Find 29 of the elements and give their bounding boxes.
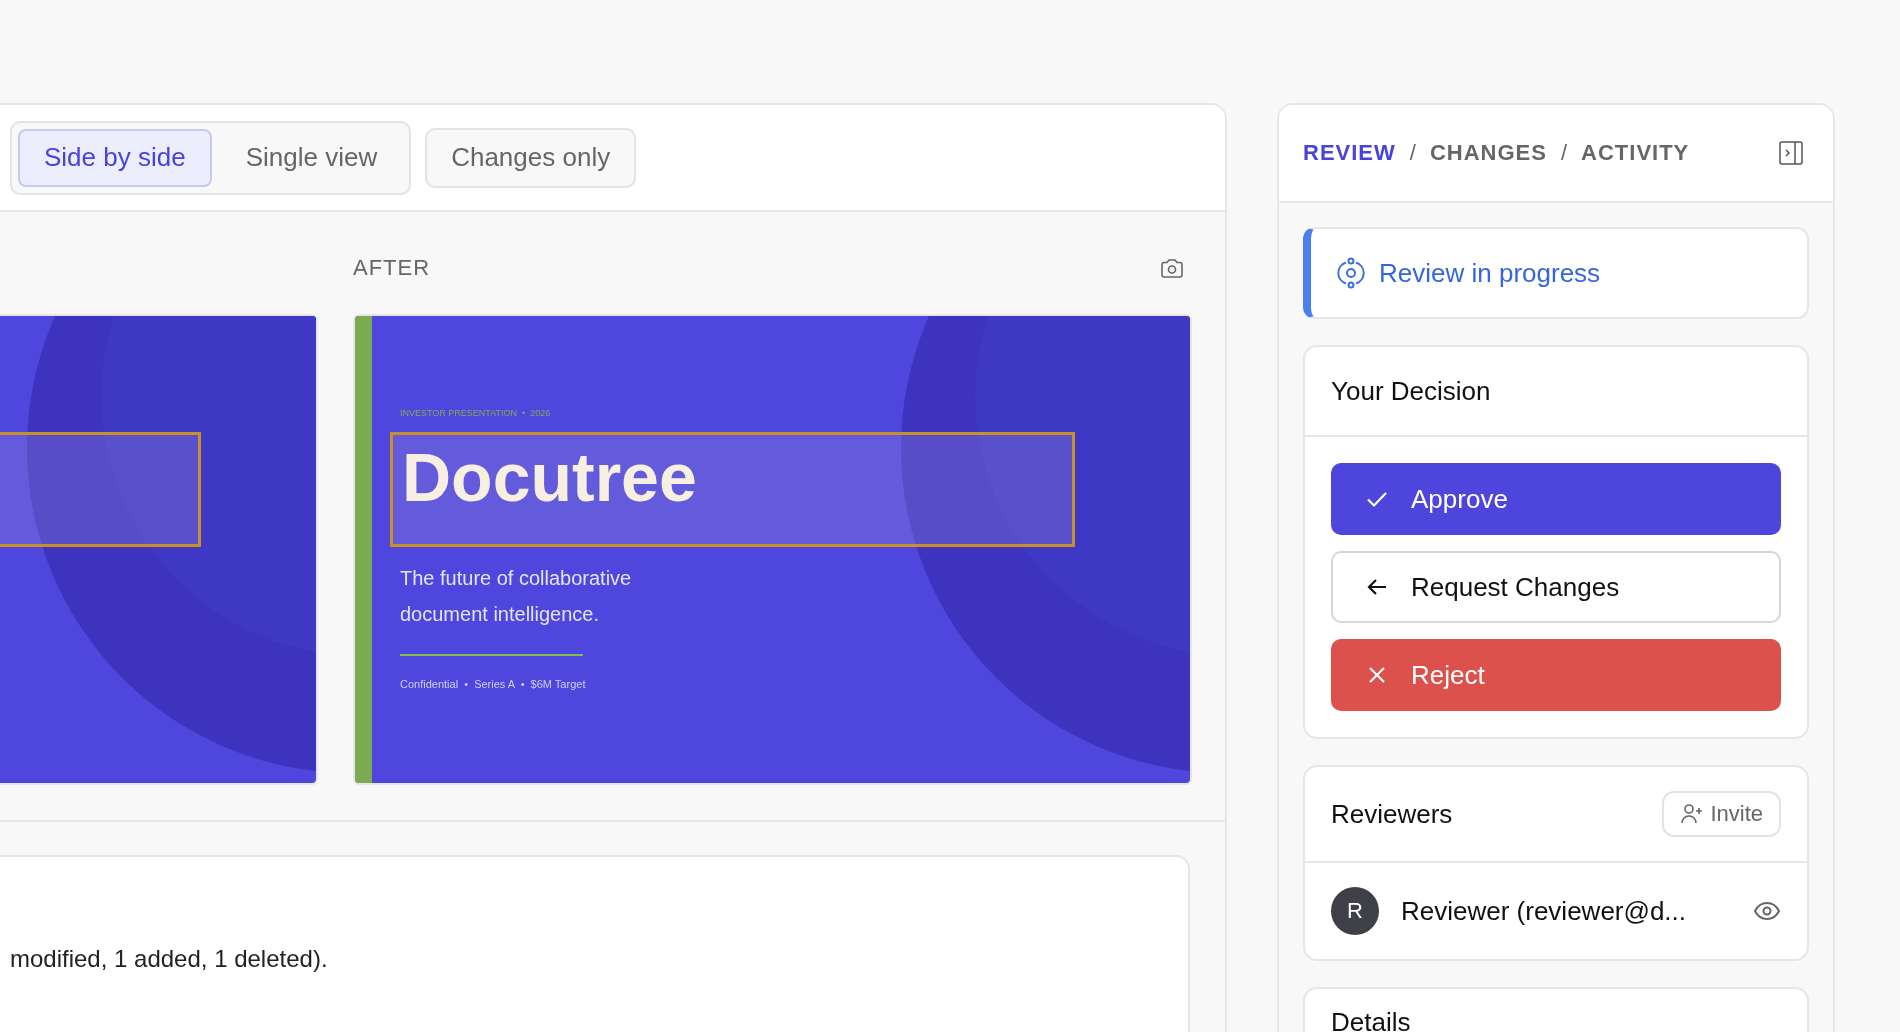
reviewers-title: Reviewers (1331, 798, 1453, 830)
details-title: Details (1331, 1007, 1411, 1032)
approve-button[interactable]: Approve (1331, 463, 1781, 535)
view-mode-tab[interactable]: Single view (219, 128, 404, 187)
progress-icon (1337, 257, 1365, 289)
slide-eyebrow: INVESTOR PRESENTATION • 2026 (400, 408, 552, 418)
add-user-icon (1680, 803, 1705, 825)
slide-footer: Confidential • Series A • $6M Target (400, 678, 697, 690)
changes-only-toggle[interactable]: Changes only (425, 127, 637, 188)
reject-button[interactable]: Reject (1331, 639, 1781, 711)
summary-text: modified, 1 added, 1 deleted). (10, 945, 329, 973)
tab-separator: / (1560, 140, 1568, 166)
status-label: Review in progress (1379, 257, 1601, 289)
avatar: R (1331, 887, 1379, 935)
view-mode-tab[interactable]: Side by side (18, 128, 212, 187)
panel-tab[interactable]: REVIEW (1303, 140, 1396, 166)
request-button[interactable]: Request Changes (1331, 551, 1781, 623)
slide-title: Docutree (401, 438, 697, 517)
tab-separator: / (1409, 140, 1416, 166)
invite-button[interactable]: Invite (1662, 791, 1781, 837)
eye-icon[interactable] (1753, 900, 1781, 922)
collapse-panel-icon[interactable] (1779, 141, 1803, 165)
decision-title: Your Decision (1331, 375, 1491, 407)
slide-subtitle: The future of collaborative document intelligence. (400, 566, 633, 627)
panel-tab[interactable]: CHANGES (1429, 140, 1547, 166)
after-label: AFTER (353, 255, 431, 281)
reviewer-name: Reviewer (reviewer@d... (1401, 895, 1688, 927)
panel-tab[interactable]: ACTIVITY (1581, 140, 1690, 166)
camera-icon[interactable] (1160, 257, 1184, 279)
